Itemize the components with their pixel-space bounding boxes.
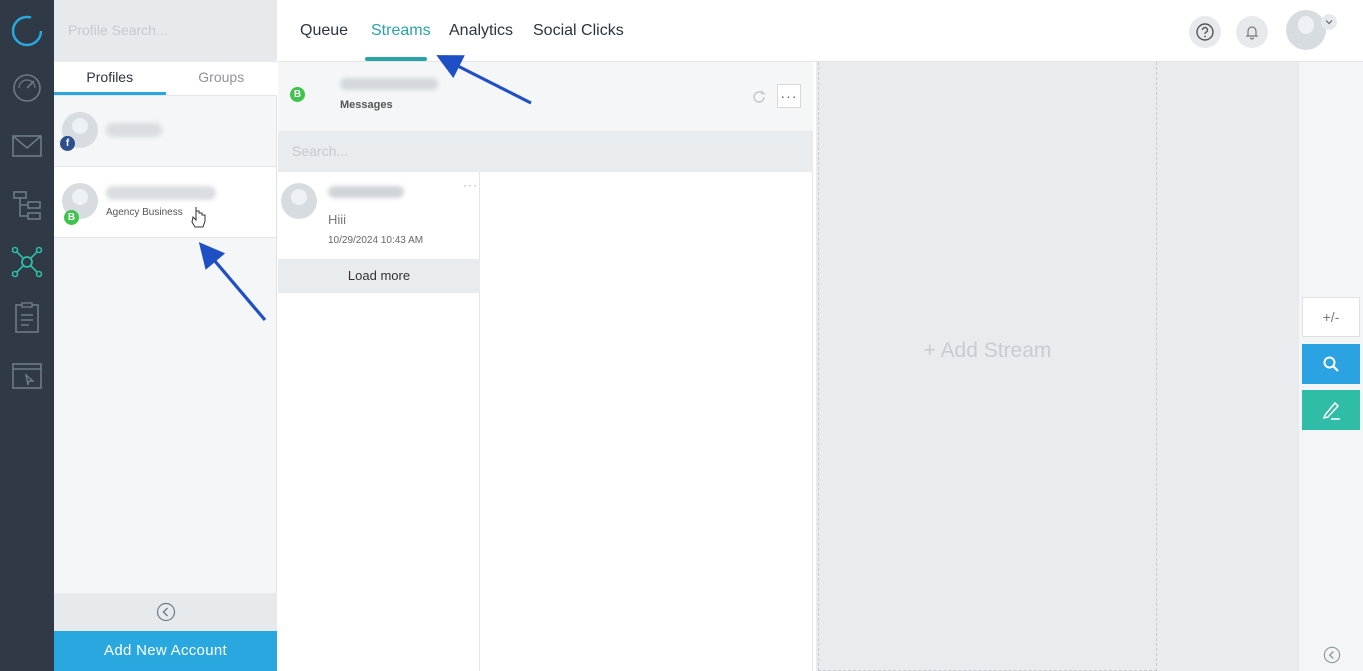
chevron-left-circle-icon[interactable] <box>1323 646 1341 664</box>
tab-groups[interactable]: Groups <box>166 62 278 95</box>
message-text: Hiii <box>328 212 347 227</box>
resize-columns-button[interactable]: +/- <box>1302 297 1360 337</box>
stream-type-label: Messages <box>340 99 393 111</box>
add-stream-label: + Add Stream <box>923 339 1052 362</box>
dashboard-gauge-icon[interactable] <box>8 68 46 106</box>
stream-search-bar <box>278 131 813 172</box>
refresh-icon[interactable] <box>751 89 767 105</box>
profiles-panel: Profiles Groups f B Agency Business Add … <box>54 0 277 671</box>
stream-account-name-redacted <box>340 78 438 90</box>
whatsapp-business-badge-icon: B <box>64 210 79 225</box>
help-circle-icon <box>1196 23 1214 41</box>
top-navigation: Queue Streams Analytics Social Clicks <box>278 0 1363 62</box>
stream-header: B Messages ··· <box>278 62 813 131</box>
right-tool-strip: +/- <box>1299 62 1363 671</box>
add-stream-placeholder[interactable]: + Add Stream <box>818 62 1157 671</box>
publishing-tree-icon[interactable] <box>8 186 46 224</box>
load-more-button[interactable]: Load more <box>278 259 480 293</box>
messages-stream: B Messages ··· ··· Hiii 10/29/2024 10:43… <box>278 62 813 671</box>
user-avatar[interactable] <box>1286 10 1326 50</box>
chevron-down-icon <box>1325 20 1333 25</box>
tab-streams[interactable]: Streams <box>371 22 431 40</box>
browser-window-icon[interactable] <box>8 357 46 395</box>
collapse-panel-button[interactable] <box>54 593 277 631</box>
list-item[interactable]: ··· Hiii 10/29/2024 10:43 AM <box>278 172 480 259</box>
message-options-icon[interactable]: ··· <box>463 178 478 192</box>
profile-name-redacted <box>106 186 216 200</box>
add-stream-area: + Add Stream <box>816 62 1299 671</box>
message-timestamp: 10/29/2024 10:43 AM <box>328 235 424 246</box>
account-menu-button[interactable] <box>1321 14 1337 30</box>
contact-name-redacted <box>328 186 404 198</box>
avatar <box>281 183 317 219</box>
stream-options-button[interactable]: ··· <box>777 84 801 108</box>
search-icon <box>1323 356 1339 372</box>
streams-network-icon[interactable] <box>8 243 46 281</box>
tab-social-clicks[interactable]: Social Clicks <box>533 22 624 40</box>
tab-analytics[interactable]: Analytics <box>449 22 513 40</box>
notifications-button[interactable] <box>1236 16 1268 48</box>
compose-pen-icon <box>1322 401 1340 420</box>
profile-item-facebook[interactable]: f <box>54 96 276 167</box>
logo-ring-icon[interactable] <box>8 12 46 50</box>
facebook-badge-icon: f <box>60 136 75 151</box>
profile-name-redacted <box>106 123 162 137</box>
reports-clipboard-icon[interactable] <box>8 299 46 337</box>
profile-tabs: Profiles Groups <box>54 62 277 96</box>
tab-profiles[interactable]: Profiles <box>54 62 166 95</box>
stream-search-input[interactable] <box>292 143 799 159</box>
left-nav-rail <box>0 0 54 671</box>
chevron-left-circle-icon <box>156 602 175 622</box>
profile-search-input[interactable] <box>68 22 263 38</box>
whatsapp-business-badge-icon: B <box>290 87 305 102</box>
inbox-mail-icon[interactable] <box>8 127 46 165</box>
tab-queue[interactable]: Queue <box>300 22 348 40</box>
profile-search-bar <box>54 0 277 62</box>
help-button[interactable] <box>1189 16 1221 48</box>
profile-subtitle: Agency Business <box>106 207 183 218</box>
active-tab-indicator <box>365 57 427 61</box>
bell-icon <box>1245 26 1259 40</box>
profile-item-whatsapp-business[interactable]: B Agency Business <box>54 167 276 238</box>
add-new-account-button[interactable]: Add New Account <box>54 631 277 671</box>
message-list: ··· Hiii 10/29/2024 10:43 AM Load more <box>278 172 480 671</box>
search-button[interactable] <box>1302 344 1360 384</box>
compose-button[interactable] <box>1302 390 1360 430</box>
